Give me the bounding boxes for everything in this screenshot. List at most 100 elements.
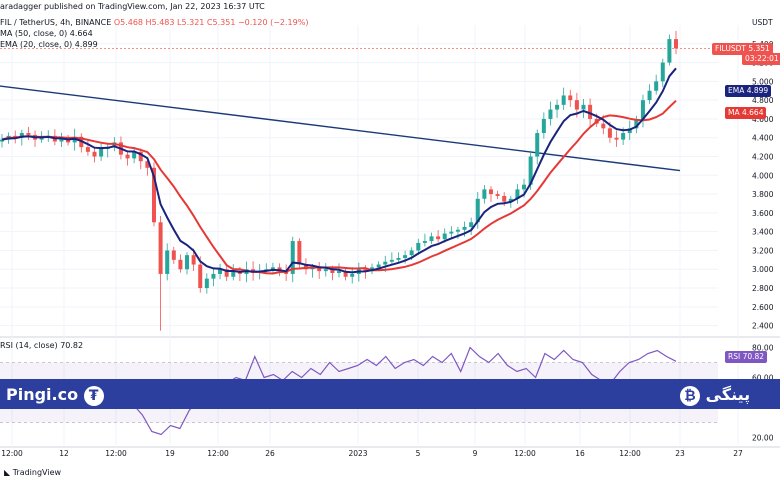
candle-body bbox=[323, 269, 328, 272]
candle-body bbox=[158, 222, 163, 274]
countdown-tag: 03:22:01 bbox=[742, 53, 780, 65]
candle-body bbox=[455, 229, 460, 232]
bitcoin-icon: ₿ bbox=[680, 385, 700, 406]
candle-body bbox=[522, 184, 527, 190]
candle-body bbox=[462, 226, 467, 230]
ema-legend: EMA (20, close, 0) 4.899 bbox=[0, 40, 98, 49]
candle-body bbox=[403, 255, 408, 258]
candle-body bbox=[376, 264, 381, 268]
y-tick-label: 2.400 bbox=[752, 322, 774, 331]
candle-body bbox=[574, 100, 579, 110]
candle-body bbox=[601, 123, 606, 129]
x-tick-label: 12 bbox=[59, 449, 69, 458]
y-tick-label: 4.400 bbox=[752, 134, 774, 143]
candle-body bbox=[482, 189, 487, 199]
published-line: aradagger published on TradingView.com, … bbox=[0, 2, 265, 11]
candle-body bbox=[674, 39, 678, 49]
price-value: 5.351 bbox=[748, 44, 770, 53]
x-tick-label: 12:00 bbox=[105, 449, 127, 458]
x-tick-label: 23 bbox=[675, 449, 685, 458]
candle-body bbox=[621, 133, 626, 140]
trendline-line bbox=[0, 85, 681, 172]
candle-body bbox=[495, 194, 500, 196]
candle-body bbox=[654, 81, 659, 91]
candle-body bbox=[647, 90, 652, 101]
candle-body bbox=[555, 104, 560, 110]
candle-body bbox=[469, 222, 474, 227]
ema-tag-label: EMA bbox=[728, 86, 745, 95]
candle-body bbox=[442, 233, 447, 240]
candle-body bbox=[389, 259, 394, 262]
candle-body bbox=[614, 137, 619, 140]
candle-body bbox=[204, 278, 209, 289]
watermark-banner bbox=[0, 379, 780, 409]
y-tick-label: 4.200 bbox=[752, 153, 774, 162]
rsi-tag-value: 70.82 bbox=[742, 352, 765, 361]
candle-body bbox=[422, 241, 427, 243]
candle-body bbox=[99, 149, 104, 157]
rsi-legend: RSI (14, close) 70.82 bbox=[0, 341, 84, 350]
y-tick-label: 4.800 bbox=[752, 96, 774, 105]
x-tick-label: 9 bbox=[473, 449, 478, 458]
x-tick-label: 2023 bbox=[348, 449, 367, 458]
x-tick-label: 12:00 bbox=[207, 449, 229, 458]
candle-body bbox=[607, 128, 612, 138]
x-tick-label: 27 bbox=[733, 449, 743, 458]
candle-body bbox=[660, 62, 665, 82]
pingi-logo-left: Pingi.co ₮ bbox=[6, 385, 104, 406]
y-tick-label: 2.600 bbox=[752, 303, 774, 312]
x-tick-label: 12:00 bbox=[514, 449, 536, 458]
candle-body bbox=[198, 264, 203, 289]
candle-body bbox=[297, 241, 302, 265]
candle-body bbox=[488, 189, 493, 195]
candle-body bbox=[568, 95, 573, 101]
symbol-name: FIL / TetherUS, 4h, BINANCE bbox=[0, 18, 112, 27]
symbol-line: FIL / TetherUS, 4h, BINANCE O5.468 H5.48… bbox=[0, 18, 308, 27]
candle-body bbox=[178, 259, 183, 270]
ema-tag: EMA 4.899 bbox=[725, 85, 772, 97]
x-axis: 12:00 12 12:00 19 12:00 26 2023 5 9 12:00 16 12:00 2… bbox=[1, 449, 743, 458]
candle-body bbox=[85, 147, 90, 152]
candle-body bbox=[350, 273, 355, 277]
candle-body bbox=[409, 250, 414, 256]
ema-tag-value: 4.899 bbox=[746, 86, 769, 95]
ma-tag: MA 4.664 bbox=[725, 107, 767, 119]
price-symbol: FILUSDT bbox=[715, 44, 746, 53]
pingi-logo-text-fa: پینگی bbox=[705, 385, 751, 404]
ma-tag-label: MA bbox=[728, 108, 740, 117]
candle-body bbox=[171, 250, 176, 260]
candle-body bbox=[548, 109, 553, 119]
y-tick-label: 2.800 bbox=[752, 284, 774, 293]
candle-body bbox=[92, 151, 97, 157]
rsi-tick-label: 20.00 bbox=[752, 434, 774, 443]
tether-icon: ₮ bbox=[83, 385, 104, 406]
candle-body bbox=[185, 255, 190, 270]
ma-line bbox=[1, 99, 677, 275]
x-tick-label: 16 bbox=[575, 449, 585, 458]
candle-body bbox=[535, 133, 540, 157]
ohlc-values: O5.468 H5.483 L5.321 C5.351 −0.120 (−2.1… bbox=[113, 18, 309, 27]
candle-body bbox=[561, 95, 566, 105]
x-tick-label: 19 bbox=[165, 449, 175, 458]
pingi-logo-text: Pingi.co bbox=[6, 385, 79, 404]
candle-body bbox=[337, 271, 341, 273]
currency-label: USDT bbox=[752, 18, 773, 27]
x-tick-label: 12:00 bbox=[1, 449, 23, 458]
y-tick-label: 3.600 bbox=[752, 209, 774, 218]
candle-body bbox=[125, 154, 130, 159]
y-tick-label: 3.800 bbox=[752, 190, 774, 199]
candle-body bbox=[436, 236, 441, 240]
candle-body bbox=[396, 257, 401, 260]
x-tick-label: 5 bbox=[416, 449, 421, 458]
tradingview-footer: ◣ TradingView bbox=[4, 468, 61, 477]
candle-body bbox=[383, 261, 388, 265]
ma-tag-value: 4.664 bbox=[742, 108, 764, 117]
rsi-tag: RSI 70.82 bbox=[725, 351, 768, 363]
candle-body bbox=[449, 231, 454, 234]
y-tick-label: 4.000 bbox=[752, 171, 774, 180]
pingi-logo-right: ₿ پینگی bbox=[680, 385, 750, 406]
ma-legend: MA (50, close, 0) 4.664 bbox=[0, 29, 93, 38]
candle-body bbox=[581, 104, 586, 110]
candle-body bbox=[429, 236, 434, 242]
rsi-tag-label: RSI bbox=[728, 352, 741, 361]
